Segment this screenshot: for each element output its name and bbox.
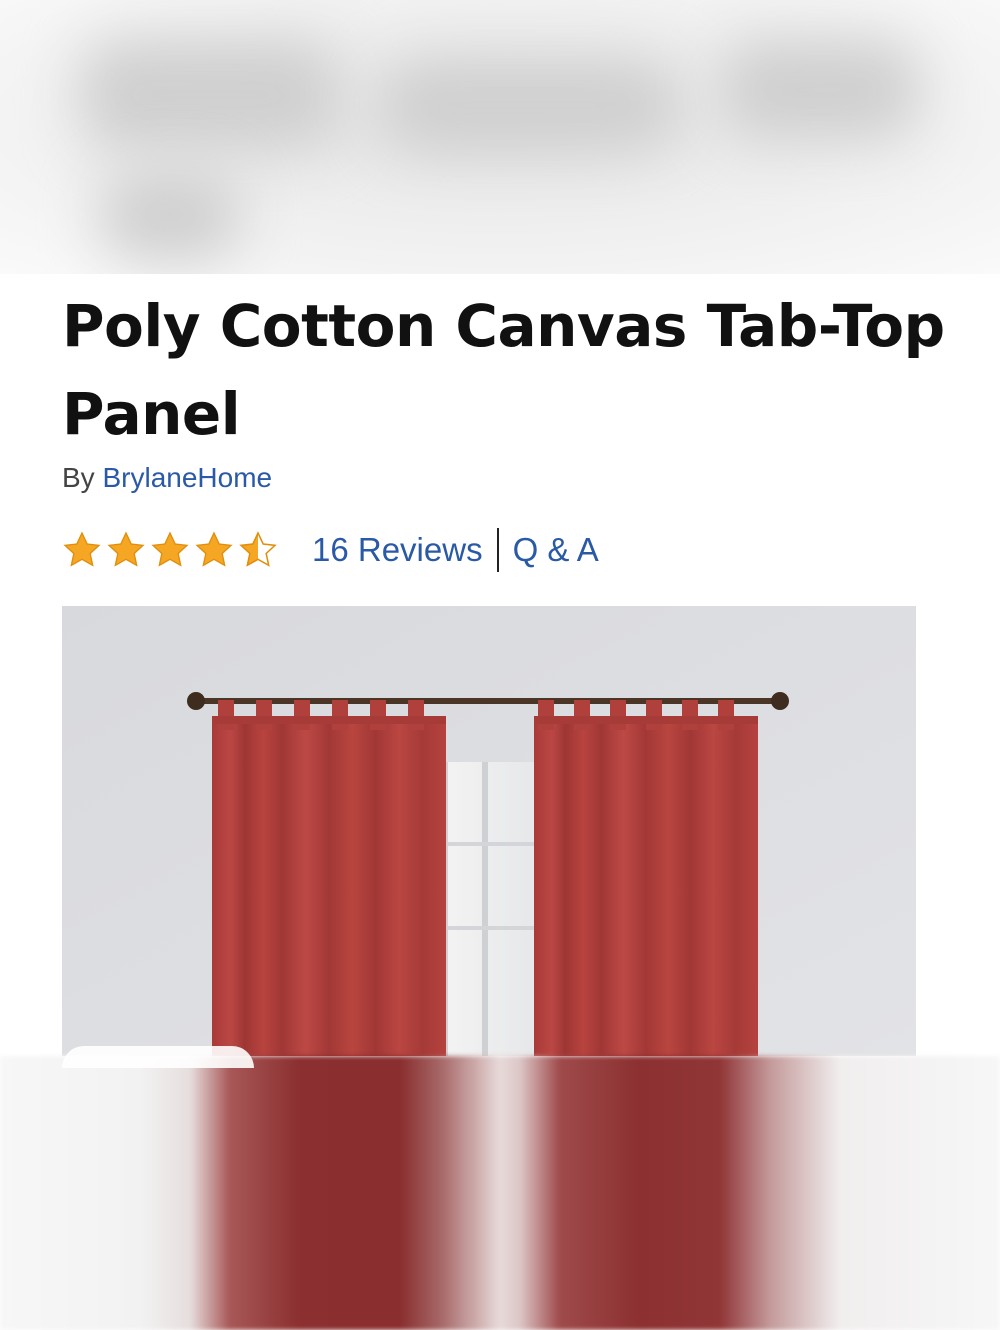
brand-byline: By BrylaneHome: [62, 462, 272, 494]
star-half-icon: [239, 531, 277, 567]
image-badge: [62, 1046, 254, 1068]
by-label: By: [62, 462, 95, 493]
curtain-illustration: [62, 606, 916, 1056]
star-icon: [107, 531, 145, 567]
blurred-footer: [0, 1056, 1000, 1330]
star-icon: [63, 531, 101, 567]
star-icon: [151, 531, 189, 567]
blurred-header: [0, 0, 1000, 274]
product-title: Poly Cotton Canvas Tab-Top Panel: [62, 292, 945, 448]
brand-link[interactable]: BrylaneHome: [102, 462, 272, 493]
rating-row: 16 Reviews Q & A: [62, 526, 599, 574]
star-icon: [195, 531, 233, 567]
reviews-link[interactable]: 16 Reviews: [312, 531, 483, 569]
product-image[interactable]: [62, 606, 916, 1056]
divider: [496, 528, 499, 572]
product-page: Poly Cotton Canvas Tab-Top Panel By Bryl…: [0, 0, 1000, 1330]
qa-link[interactable]: Q & A: [513, 531, 599, 569]
star-rating[interactable]: [62, 530, 278, 570]
